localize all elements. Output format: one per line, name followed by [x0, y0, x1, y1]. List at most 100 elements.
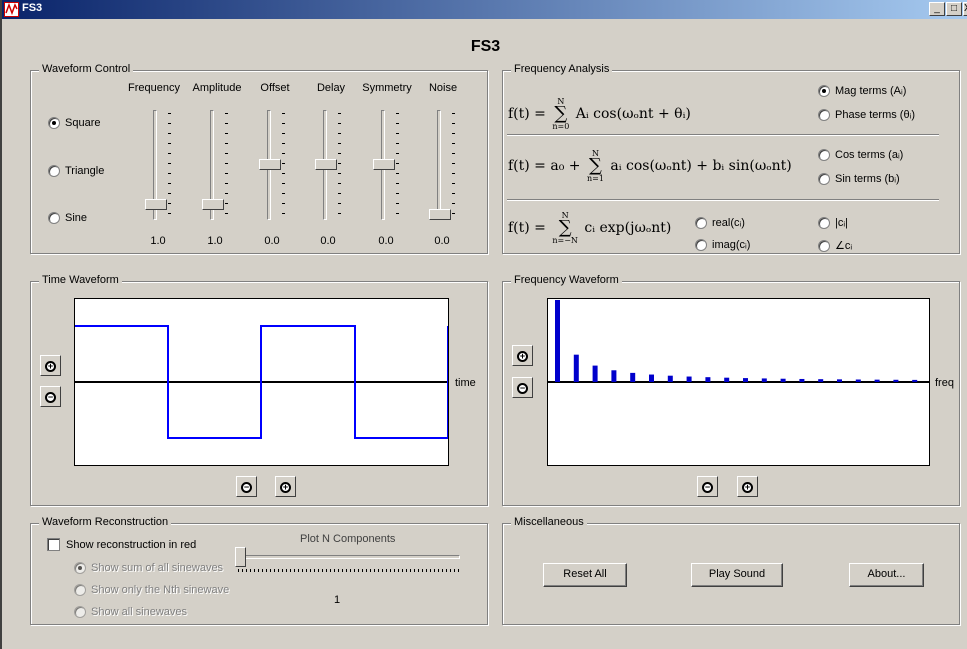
radio-real-c[interactable]: real(cᵢ) — [695, 217, 745, 229]
harmonic-bar — [573, 354, 579, 382]
zoom-out-icon: − — [241, 482, 252, 493]
time-hzoom-in-button[interactable]: + — [275, 476, 296, 497]
harmonic-bar — [912, 379, 918, 382]
formula-body: cᵢ exp(jωₒnt) — [584, 220, 672, 236]
freq-vzoom-in-button[interactable]: + — [512, 345, 533, 366]
main-title: FS3 — [470, 38, 501, 55]
formula-complex: f(t) = N ∑ n=−N cᵢ exp(jωₒnt) — [508, 211, 671, 245]
offset-slider-thumb[interactable] — [259, 159, 281, 170]
sum-symbol: N ∑ n=0 — [552, 97, 570, 131]
frequency-plot-svg — [548, 300, 929, 383]
harmonic-bar — [724, 377, 730, 382]
radio-nth-only[interactable]: Show only the Nth sinewave — [74, 584, 229, 596]
harmonic-bar — [611, 370, 617, 382]
radio-dot — [695, 239, 707, 251]
formula-lhs: f(t) = — [508, 220, 546, 236]
radio-mag-terms[interactable]: Mag terms (Aᵢ) — [818, 85, 906, 97]
radio-dot — [74, 562, 86, 574]
zoom-in-icon: + — [280, 482, 291, 493]
delay-value: 0.0 — [320, 235, 336, 247]
freq-axis-label: freq — [935, 377, 954, 389]
formula-body: Aᵢ cos(ωₒnt + θᵢ) — [575, 106, 691, 122]
symmetry-slider-thumb[interactable] — [373, 159, 395, 170]
harmonic-bar — [837, 379, 842, 382]
zoom-out-icon: − — [702, 482, 713, 493]
radio-sin-terms[interactable]: Sin terms (bᵢ) — [818, 173, 900, 185]
radio-sine[interactable]: Sine — [48, 212, 87, 224]
freq-vzoom-out-button[interactable]: − — [512, 377, 533, 398]
radio-label: Mag terms (Aᵢ) — [835, 85, 907, 97]
frequency-slider-thumb[interactable] — [145, 199, 167, 210]
fs3-window: FS3 _ □ X FS3 Waveform Control Square Tr… — [0, 0, 967, 649]
delay-slider-thumb[interactable] — [315, 159, 337, 170]
maximize-button[interactable]: □ — [946, 2, 962, 16]
radio-imag-c[interactable]: imag(cᵢ) — [695, 239, 750, 251]
maximize-icon: □ — [950, 3, 958, 14]
time-vzoom-out-button[interactable]: − — [40, 386, 61, 407]
radio-dot — [818, 173, 830, 185]
harmonic-bar — [780, 378, 786, 382]
radio-phase-terms[interactable]: Phase terms (θᵢ) — [818, 109, 915, 121]
frequency-value: 1.0 — [150, 235, 166, 247]
formula-lhs: f(t) = — [508, 106, 546, 122]
about-button[interactable]: About... — [849, 563, 924, 587]
slider-track — [236, 555, 460, 559]
zoom-in-icon: + — [517, 351, 528, 362]
radio-label: Show only the Nth sinewave — [91, 584, 230, 596]
time-plot — [74, 298, 449, 466]
radio-dot — [74, 606, 86, 618]
radio-label: ∠cᵢ — [835, 240, 853, 252]
checkbox-label: Show reconstruction in red — [66, 538, 197, 551]
harmonic-bar — [855, 379, 861, 382]
radio-label: |cᵢ| — [835, 217, 848, 229]
close-button[interactable]: X — [963, 2, 967, 16]
radio-label: real(cᵢ) — [712, 217, 745, 229]
radio-dot — [818, 217, 830, 229]
harmonic-bar — [667, 375, 673, 382]
app-icon — [4, 2, 19, 17]
radio-label: Show all sinewaves — [91, 606, 187, 618]
plot-n-slider-thumb[interactable] — [235, 547, 246, 567]
radio-dot — [818, 109, 830, 121]
time-vzoom-in-button[interactable]: + — [40, 355, 61, 376]
radio-angle-c[interactable]: ∠cᵢ — [818, 239, 852, 252]
freq-hzoom-in-button[interactable]: + — [737, 476, 758, 497]
harmonic-bar — [761, 378, 767, 382]
play-sound-button[interactable]: Play Sound — [691, 563, 783, 587]
formula-lhs: f(t) = — [508, 158, 546, 174]
freq-hzoom-out-button[interactable]: − — [697, 476, 718, 497]
title-bar: FS3 _ □ X — [2, 0, 967, 19]
formula-a0: a₀ + — [550, 158, 581, 174]
radio-label: Show sum of all sinewaves — [91, 562, 224, 574]
radio-label: Sin terms (bᵢ) — [835, 173, 900, 185]
minimize-button[interactable]: _ — [929, 2, 945, 16]
radio-triangle[interactable]: Triangle — [48, 165, 104, 177]
radio-square[interactable]: Square — [48, 117, 100, 129]
formula-trig: f(t) = a₀ + N ∑ n=1 aᵢ cos(ωₒnt) + bᵢ sin(… — [508, 149, 792, 183]
radio-label: imag(cᵢ) — [712, 239, 751, 251]
harmonic-bar — [555, 300, 560, 382]
sum-symbol: N ∑ n=1 — [586, 149, 604, 183]
harmonic-bar — [705, 377, 711, 382]
radio-abs-c[interactable]: |cᵢ| — [818, 217, 848, 229]
harmonic-bar — [630, 372, 636, 382]
noise-slider-thumb[interactable] — [429, 209, 451, 220]
reconstruction-label: Waveform Reconstruction — [39, 516, 172, 528]
radio-dot — [818, 85, 830, 97]
radio-all-sinewaves[interactable]: Show all sinewaves — [74, 606, 187, 618]
window-title: FS3 — [22, 2, 43, 14]
frequency-waveform-label: Frequency Waveform — [511, 274, 622, 286]
amplitude-slider-thumb[interactable] — [202, 199, 224, 210]
radio-label: Sine — [65, 212, 88, 224]
radio-sum-all[interactable]: Show sum of all sinewaves — [74, 562, 223, 574]
waveform-control-label: Waveform Control — [39, 63, 134, 75]
harmonic-bar — [893, 379, 899, 382]
show-red-checkbox[interactable]: Show reconstruction in red — [47, 538, 196, 551]
reset-all-button[interactable]: Reset All — [543, 563, 627, 587]
time-hzoom-out-button[interactable]: − — [236, 476, 257, 497]
radio-cos-terms[interactable]: Cos terms (aᵢ) — [818, 149, 903, 161]
harmonic-bar — [818, 379, 824, 382]
separator — [507, 134, 939, 136]
plot-n-label: Plot N Components — [300, 533, 396, 545]
time-plot-svg — [75, 325, 449, 439]
